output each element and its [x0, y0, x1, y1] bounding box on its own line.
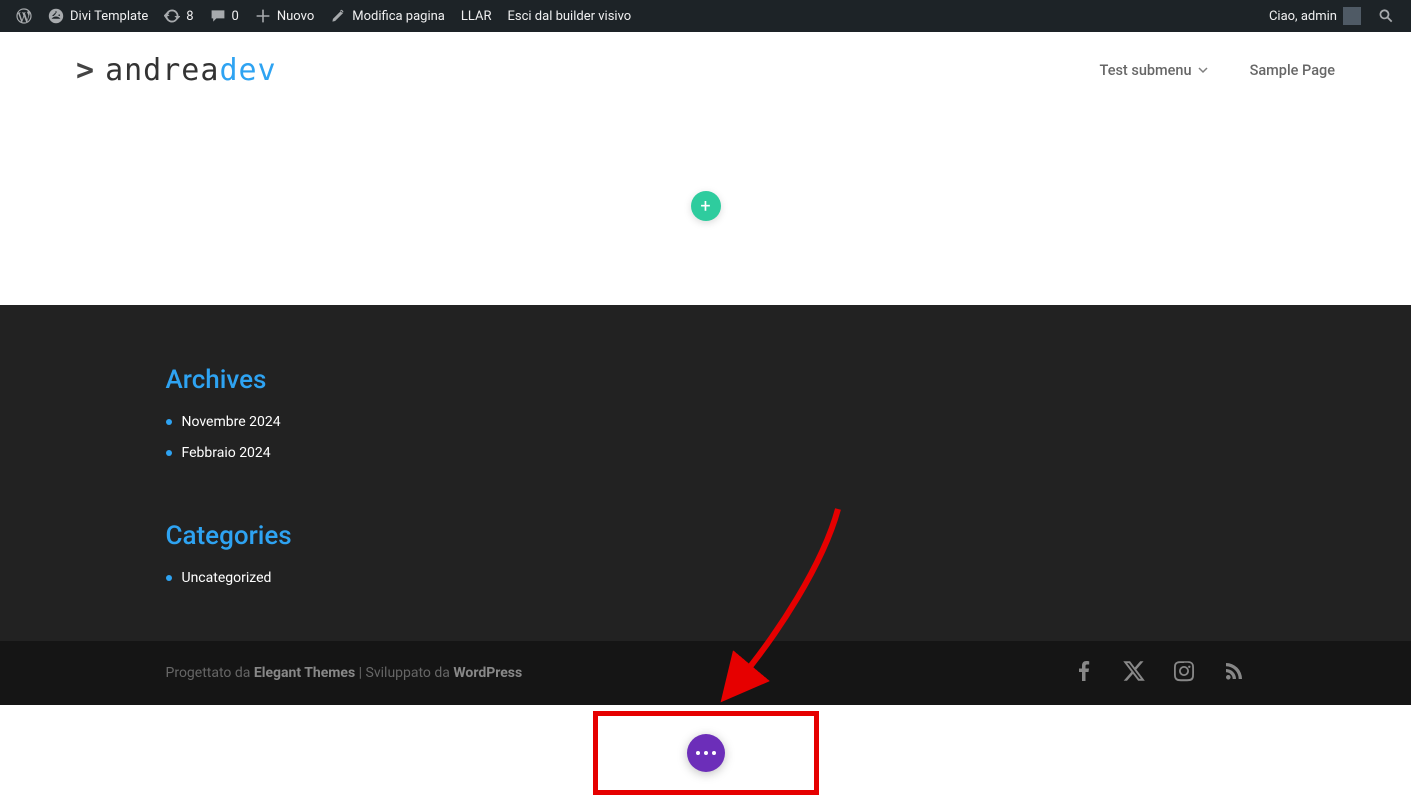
wp-admin-bar: Divi Template 8 0 Nuovo Modifica pagina … — [0, 0, 1411, 32]
widget-archives: Archives Novembre 2024 Febbraio 2024 — [166, 365, 1246, 469]
dashboard-icon — [48, 8, 64, 24]
plus-icon: + — [700, 196, 710, 217]
comment-icon — [210, 8, 226, 24]
logo-prompt: > — [76, 53, 95, 88]
edit-page-label: Modifica pagina — [352, 9, 445, 24]
greeting-text: Ciao, admin — [1269, 9, 1337, 24]
builder-settings-button[interactable] — [687, 734, 725, 772]
exit-builder-label: Esci dal builder visivo — [508, 9, 632, 24]
instagram-link[interactable] — [1172, 659, 1196, 687]
credits-sep: | Sviluppato da — [355, 665, 453, 681]
comments-count: 0 — [232, 9, 239, 24]
new-label: Nuovo — [277, 9, 314, 24]
edit-page-link[interactable]: Modifica pagina — [322, 0, 453, 32]
nav-label: Sample Page — [1250, 62, 1335, 79]
rss-link[interactable] — [1222, 659, 1246, 687]
dot-icon — [696, 751, 700, 755]
list-item[interactable]: Novembre 2024 — [166, 407, 1246, 438]
site-title-text: Divi Template — [70, 9, 148, 24]
x-twitter-link[interactable] — [1122, 659, 1146, 687]
social-links — [1072, 659, 1246, 687]
nav-item-sample-page[interactable]: Sample Page — [1250, 62, 1335, 79]
instagram-icon — [1172, 659, 1196, 683]
credits-prefix: Progettato da — [166, 665, 254, 681]
wp-admin-right: Ciao, admin — [1261, 0, 1403, 32]
builder-canvas: + — [0, 108, 1411, 305]
widget-title-categories: Categories — [166, 521, 1246, 551]
primary-nav: Test submenu Sample Page — [1100, 62, 1335, 79]
avatar-icon — [1343, 7, 1361, 25]
add-section-button[interactable]: + — [691, 191, 721, 221]
refresh-icon — [164, 8, 180, 24]
logo-part1: andrea — [105, 53, 219, 88]
user-account-link[interactable]: Ciao, admin — [1261, 0, 1369, 32]
new-content-link[interactable]: Nuovo — [247, 0, 322, 32]
chevron-down-icon — [1198, 62, 1208, 79]
facebook-icon — [1072, 659, 1096, 683]
footer-credits: Progettato da Elegant Themes | Sviluppat… — [166, 665, 523, 681]
comments-link[interactable]: 0 — [202, 0, 247, 32]
widget-categories: Categories Uncategorized — [166, 521, 1246, 594]
dot-icon — [712, 751, 716, 755]
dot-icon — [704, 751, 708, 755]
plus-icon — [255, 8, 271, 24]
nav-item-test-submenu[interactable]: Test submenu — [1100, 62, 1208, 79]
pencil-icon — [330, 8, 346, 24]
site-logo[interactable]: > andreadev — [76, 53, 277, 88]
site-name-link[interactable]: Divi Template — [40, 0, 156, 32]
builder-bottom-bar — [0, 705, 1411, 800]
category-link[interactable]: Uncategorized — [182, 563, 272, 594]
theme-author-link[interactable]: Elegant Themes — [254, 665, 355, 681]
wp-admin-left: Divi Template 8 0 Nuovo Modifica pagina … — [8, 0, 639, 32]
nav-label: Test submenu — [1100, 62, 1192, 79]
search-icon — [1377, 7, 1395, 25]
x-icon — [1122, 659, 1146, 683]
llar-link[interactable]: LLAR — [453, 0, 500, 32]
llar-label: LLAR — [461, 9, 492, 24]
facebook-link[interactable] — [1072, 659, 1096, 687]
platform-link[interactable]: WordPress — [453, 665, 522, 681]
widget-title-archives: Archives — [166, 365, 1246, 395]
rss-icon — [1222, 659, 1246, 683]
updates-link[interactable]: 8 — [156, 0, 201, 32]
list-item[interactable]: Uncategorized — [166, 563, 1246, 594]
wp-logo[interactable] — [8, 0, 40, 32]
site-header: > andreadev Test submenu Sample Page — [0, 32, 1411, 108]
archive-link[interactable]: Febbraio 2024 — [182, 438, 271, 469]
exit-builder-link[interactable]: Esci dal builder visivo — [500, 0, 640, 32]
logo-part2: dev — [219, 53, 276, 88]
footer-bottom: Progettato da Elegant Themes | Sviluppat… — [0, 641, 1411, 705]
admin-search-button[interactable] — [1369, 0, 1403, 32]
archive-link[interactable]: Novembre 2024 — [182, 407, 281, 438]
footer-widgets: Archives Novembre 2024 Febbraio 2024 Cat… — [0, 305, 1411, 641]
updates-count: 8 — [186, 9, 193, 24]
list-item[interactable]: Febbraio 2024 — [166, 438, 1246, 469]
wordpress-icon — [16, 8, 32, 24]
